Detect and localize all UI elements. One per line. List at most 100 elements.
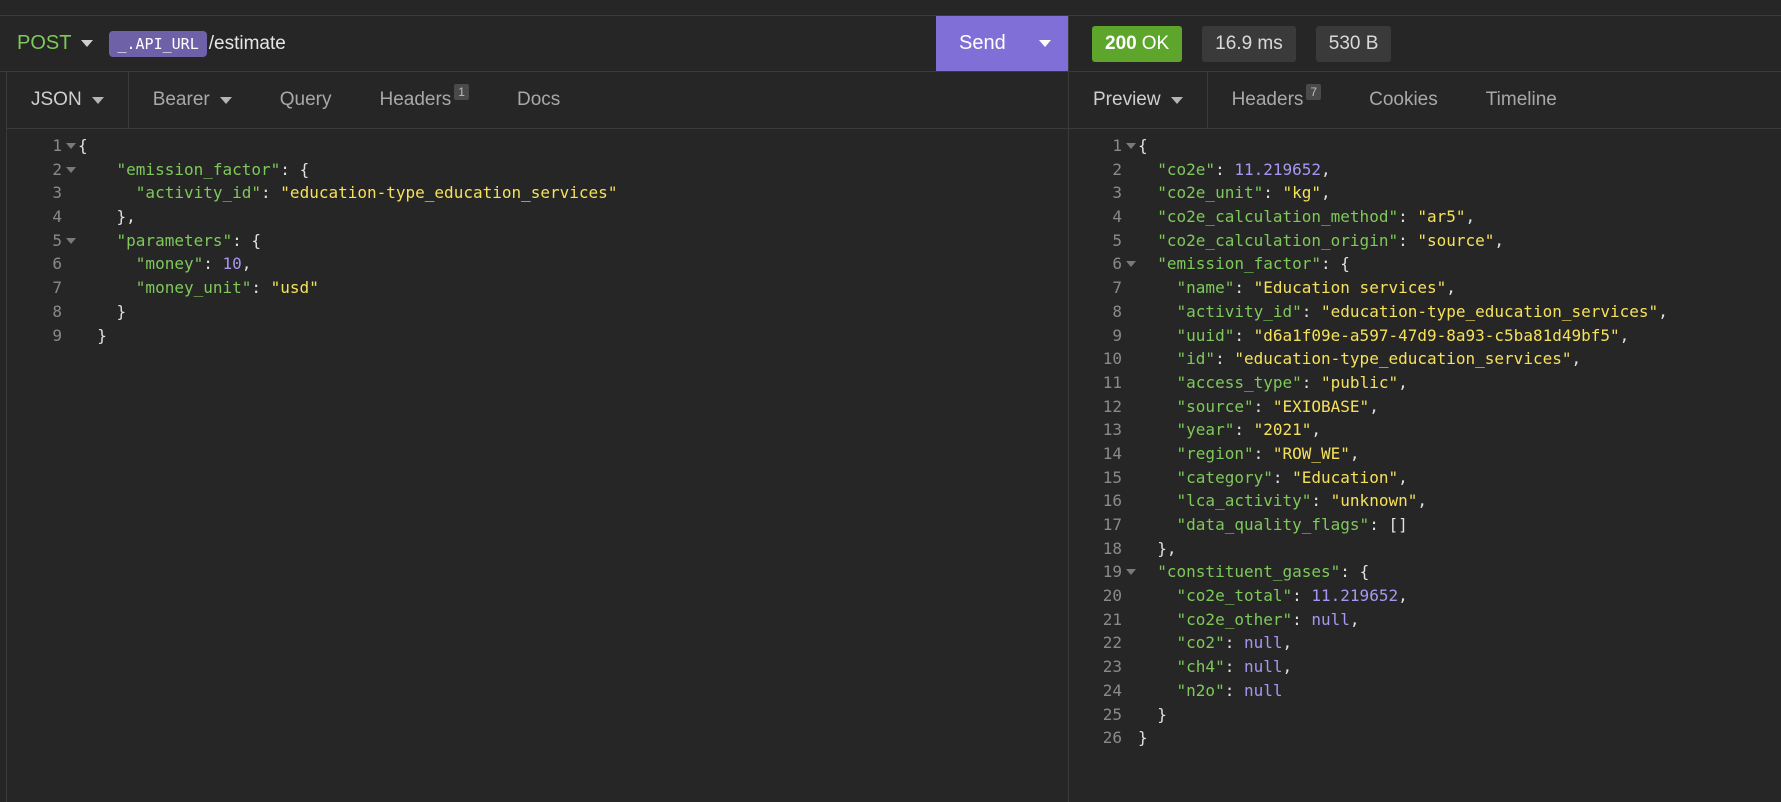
method-dropdown[interactable]: POST xyxy=(0,16,94,71)
code-token: "n2o" xyxy=(1176,680,1225,700)
code-text: "co2e_unit": "kg", xyxy=(1138,181,1330,205)
code-line: 19 "constituent_gases": { xyxy=(1069,560,1781,584)
fold-gutter xyxy=(62,205,78,229)
line-number: 6 xyxy=(1112,254,1122,274)
line-number: 21 xyxy=(1102,609,1122,629)
tab-timeline[interactable]: Timeline xyxy=(1462,72,1581,128)
code-text: "money_unit": "usd" xyxy=(78,276,319,300)
fold-arrow-icon[interactable] xyxy=(1122,134,1138,158)
code-text: "emission_factor": { xyxy=(78,158,310,182)
tab-auth[interactable]: Bearer xyxy=(129,72,256,128)
code-token: null xyxy=(1243,680,1283,700)
code-token: "co2e" xyxy=(1157,159,1216,179)
code-token: , xyxy=(1398,586,1408,606)
code-token: null xyxy=(1311,609,1350,629)
code-text: } xyxy=(78,300,127,324)
tab-preview[interactable]: Preview xyxy=(1069,72,1208,128)
code-token: "money_unit" xyxy=(135,278,252,298)
code-token: : xyxy=(1234,325,1254,345)
send-button[interactable]: Send xyxy=(936,16,1068,71)
code-token: "source" xyxy=(1176,396,1254,416)
line-number: 20 xyxy=(1102,586,1122,606)
tab-headers[interactable]: Headers 1 xyxy=(355,72,493,128)
code-line: 6 "emission_factor": { xyxy=(1069,252,1781,276)
line-number: 23 xyxy=(1102,657,1122,677)
code-token: null xyxy=(1243,657,1283,677)
tab-response-headers-label: Headers xyxy=(1231,89,1304,110)
code-token: 11.219652 xyxy=(1311,586,1399,606)
code-token: }, xyxy=(1138,538,1177,558)
code-token: : [] xyxy=(1369,515,1408,534)
fold-arrow-icon[interactable] xyxy=(62,134,78,158)
code-token: , xyxy=(1321,159,1331,179)
code-line: 12 "source": "EXIOBASE", xyxy=(1069,395,1781,419)
code-text: }, xyxy=(78,205,136,229)
code-token: : xyxy=(1272,467,1293,487)
code-token: : { xyxy=(1340,562,1370,582)
code-token: "ROW_WE" xyxy=(1272,443,1350,463)
tab-docs[interactable]: Docs xyxy=(493,72,584,128)
code-token: "Education services" xyxy=(1253,278,1447,298)
line-number: 2 xyxy=(1112,159,1122,179)
code-token: "name" xyxy=(1176,278,1235,298)
tab-query-label: Query xyxy=(279,89,332,110)
status-text: OK xyxy=(1141,32,1170,54)
code-line: 25 } xyxy=(1069,703,1781,727)
code-line: 5 "parameters": { xyxy=(7,229,1068,253)
line-number: 13 xyxy=(1102,420,1122,440)
code-token: : xyxy=(1224,680,1244,700)
fold-gutter xyxy=(1122,205,1138,229)
code-token: : xyxy=(1253,396,1273,416)
fold-arrow-icon[interactable] xyxy=(62,158,78,182)
code-text: "ch4": null, xyxy=(1138,655,1293,679)
code-token: "co2e_calculation_method" xyxy=(1157,207,1399,227)
line-number: 6 xyxy=(52,254,62,274)
code-text: "name": "Education services", xyxy=(1138,276,1456,300)
fold-gutter xyxy=(62,324,78,348)
tab-query[interactable]: Query xyxy=(256,72,356,128)
fold-gutter xyxy=(1122,324,1138,348)
tab-cookies-label: Cookies xyxy=(1369,89,1438,110)
fold-gutter xyxy=(1122,347,1138,371)
code-line: 4 }, xyxy=(7,205,1068,229)
code-token: "co2e_calculation_origin" xyxy=(1157,230,1399,250)
code-line: 2 "emission_factor": { xyxy=(7,158,1068,182)
code-line: 26} xyxy=(1069,726,1781,750)
response-body-viewer[interactable]: 1{2 "co2e": 11.219652, 3 "co2e_unit": "kg… xyxy=(1069,134,1781,750)
code-token: "co2" xyxy=(1176,633,1225,653)
code-token: : xyxy=(1253,443,1273,463)
chevron-down-icon[interactable] xyxy=(1039,40,1051,47)
code-line: 13 "year": "2021", xyxy=(1069,418,1781,442)
code-line: 1{ xyxy=(1069,134,1781,158)
code-line: 17 "data_quality_flags": [] xyxy=(1069,513,1781,537)
tab-body[interactable]: JSON xyxy=(7,72,129,128)
headers-count-badge: 1 xyxy=(454,84,469,100)
fold-gutter xyxy=(1122,276,1138,300)
tab-auth-label: Bearer xyxy=(152,89,210,110)
code-text: "emission_factor": { xyxy=(1138,252,1350,276)
fold-arrow-icon[interactable] xyxy=(62,229,78,253)
response-time-badge: 16.9 ms xyxy=(1202,25,1296,62)
env-variable-tag[interactable]: _.API_URL xyxy=(109,30,207,57)
tab-cookies[interactable]: Cookies xyxy=(1345,72,1462,128)
tab-response-headers[interactable]: Headers 7 xyxy=(1208,72,1346,128)
fold-arrow-icon[interactable] xyxy=(1122,252,1138,276)
url-input[interactable]: _.API_URL /estimate xyxy=(109,30,286,57)
code-token: "co2e_other" xyxy=(1176,609,1293,629)
fold-gutter xyxy=(1122,418,1138,442)
code-token: : xyxy=(1292,609,1312,629)
fold-arrow-icon[interactable] xyxy=(1122,560,1138,584)
response-headers-count-badge: 7 xyxy=(1306,84,1322,100)
request-body-editor[interactable]: 1{2 "emission_factor": {3 "activity_id":… xyxy=(7,134,1068,347)
code-token: } xyxy=(78,301,127,321)
